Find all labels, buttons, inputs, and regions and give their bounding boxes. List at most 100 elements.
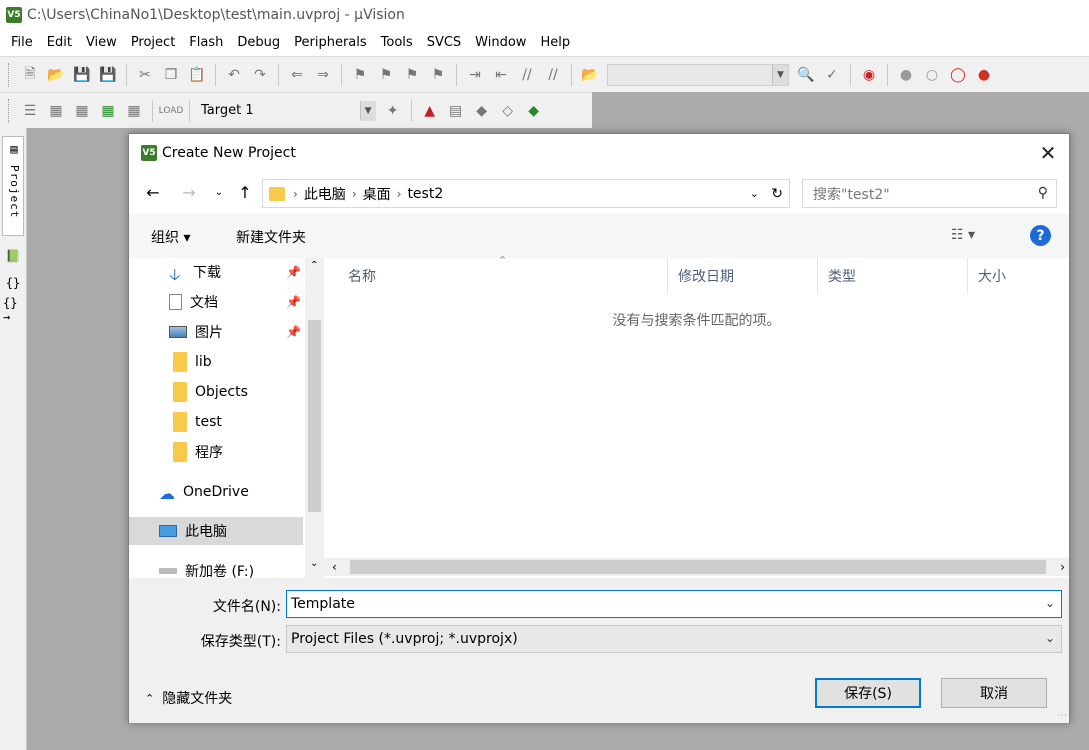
column-header-type[interactable]: 类型 [818, 258, 968, 294]
redo-icon[interactable]: ↷ [250, 65, 270, 85]
navigate-forward-icon[interactable]: ⇒ [313, 65, 333, 85]
back-arrow-icon[interactable]: ← [143, 182, 163, 202]
nav-item-lib[interactable]: lib [129, 348, 303, 376]
pack-installer-icon[interactable]: ◇ [498, 101, 518, 121]
function-icon[interactable]: {}→ [3, 296, 23, 324]
menu-view[interactable]: View [79, 30, 124, 56]
menu-svcs[interactable]: SVCS [420, 30, 468, 56]
stop-build-icon[interactable]: ▦ [124, 101, 144, 121]
scrollbar-thumb[interactable] [308, 320, 321, 512]
toolbar-grip[interactable] [8, 62, 11, 87]
cut-icon[interactable]: ✂ [135, 65, 155, 85]
close-icon[interactable]: ✕ [1037, 141, 1059, 165]
paste-icon[interactable]: 📋 [187, 65, 207, 85]
menu-project[interactable]: Project [124, 30, 182, 56]
unindent-icon[interactable]: ⇤ [491, 65, 511, 85]
translate-icon[interactable]: ☰ [20, 101, 40, 121]
column-header-name[interactable]: 名称 [338, 258, 668, 294]
column-header-modified[interactable]: 修改日期 [668, 258, 818, 294]
help-icon[interactable]: ? [1030, 225, 1051, 246]
books-icon[interactable]: 📗 [3, 246, 23, 266]
filetype-select[interactable]: Project Files (*.uvproj; *.uvprojx) ⌄ [286, 625, 1062, 653]
search-icon[interactable]: ⚲ [1038, 185, 1048, 201]
clear-bookmarks-icon[interactable]: ⚑ [428, 65, 448, 85]
resize-grip-icon[interactable]: ⋯ [1057, 710, 1067, 721]
download-load-icon[interactable]: LOAD [159, 101, 184, 121]
save-all-icon[interactable]: 💾 [98, 65, 118, 85]
scroll-up-icon[interactable]: ⌃ [310, 260, 318, 271]
find-combo[interactable]: ▼ [607, 63, 789, 86]
chevron-down-icon[interactable]: ▼ [772, 64, 788, 85]
navigate-back-icon[interactable]: ⇐ [287, 65, 307, 85]
nav-vertical-scrollbar[interactable]: ⌃ ⌄ [305, 258, 324, 578]
scroll-right-icon[interactable]: › [1060, 560, 1065, 574]
scroll-left-icon[interactable]: ‹ [332, 560, 337, 574]
bookmark-icon[interactable]: ⚑ [350, 65, 370, 85]
disable-all-breakpoints-icon[interactable]: ◯ [948, 65, 968, 85]
new-file-icon[interactable]: 🗎 [20, 65, 40, 85]
file-horizontal-scrollbar[interactable]: ‹ › [324, 558, 1069, 576]
nav-item-pictures[interactable]: 图片 📌 [129, 318, 303, 346]
breadcrumb-desktop[interactable]: 桌面 [357, 184, 397, 204]
menu-debug[interactable]: Debug [230, 30, 287, 56]
menu-file[interactable]: File [4, 30, 40, 56]
project-tab[interactable]: ▤ Project [2, 136, 24, 236]
incremental-find-icon[interactable]: ✓ [822, 65, 842, 85]
batch-build-icon[interactable]: ▦ [98, 101, 118, 121]
debug-session-icon[interactable]: ◉ [859, 65, 879, 85]
refresh-icon[interactable]: ↻ [771, 186, 783, 202]
nav-item-test[interactable]: test [129, 408, 303, 436]
nav-item-program[interactable]: 程序 [129, 438, 303, 466]
chevron-down-icon[interactable]: ⌄ [1045, 631, 1055, 645]
kill-all-breakpoints-icon[interactable]: ● [974, 65, 994, 85]
column-header-size[interactable]: 大小 [968, 258, 1068, 294]
select-packs-icon[interactable]: ◆ [472, 101, 492, 121]
uncomment-icon[interactable]: // [543, 65, 563, 85]
address-bar[interactable]: › 此电脑 › 桌面 › test2 ⌄ ↻ [262, 179, 790, 208]
nav-item-this-pc[interactable]: 此电脑 [129, 517, 303, 545]
nav-item-documents[interactable]: 文档 📌 [129, 288, 303, 316]
menu-flash[interactable]: Flash [182, 30, 230, 56]
breadcrumb-this-pc[interactable]: 此电脑 [298, 184, 352, 204]
search-box[interactable]: 搜索"test2" ⚲ [802, 179, 1057, 208]
recent-locations-chevron-icon[interactable]: ⌄ [209, 182, 229, 202]
target-options-icon[interactable]: ✦ [383, 101, 403, 121]
open-folder-icon[interactable]: 📂 [46, 65, 66, 85]
nav-item-objects[interactable]: Objects [129, 378, 303, 406]
manage-rte-icon[interactable]: ▤ [446, 101, 466, 121]
filename-input[interactable]: Template ⌄ [286, 590, 1062, 618]
menu-edit[interactable]: Edit [40, 30, 79, 56]
breadcrumb-test2[interactable]: test2 [401, 186, 449, 202]
menu-help[interactable]: Help [533, 30, 577, 56]
nav-item-downloads[interactable]: 🡣 下载 📌 [129, 258, 303, 286]
scrollbar-thumb[interactable] [350, 560, 1046, 574]
manage-project-items-icon[interactable]: ▲ [420, 101, 440, 121]
view-options-icon[interactable]: ☷ ▾ [951, 227, 975, 243]
run-time-env-icon[interactable]: ◆ [524, 101, 544, 121]
menu-window[interactable]: Window [468, 30, 533, 56]
nav-item-onedrive[interactable]: ☁ OneDrive [129, 478, 303, 506]
forward-arrow-icon[interactable]: → [179, 182, 199, 202]
up-arrow-icon[interactable]: ↑ [235, 182, 255, 202]
disable-breakpoint-icon[interactable]: ○ [922, 65, 942, 85]
chevron-down-icon[interactable]: ▼ [359, 100, 376, 121]
address-dropdown-icon[interactable]: ⌄ [750, 187, 759, 200]
breakpoint-icon[interactable]: ● [896, 65, 916, 85]
braces-icon[interactable]: {} [3, 273, 23, 293]
next-bookmark-icon[interactable]: ⚑ [402, 65, 422, 85]
find-icon[interactable]: 🔍 [796, 65, 816, 85]
target-select-value[interactable]: Target 1 [195, 103, 260, 118]
chevron-down-icon[interactable]: ⌄ [1045, 596, 1055, 610]
comment-icon[interactable]: // [517, 65, 537, 85]
copy-icon[interactable]: ❐ [161, 65, 181, 85]
build-icon[interactable]: ▦ [46, 101, 66, 121]
new-folder-button[interactable]: 新建文件夹 [236, 227, 306, 247]
nav-item-new-volume-f[interactable]: 新加卷 (F:) [129, 557, 303, 578]
toolbar-grip[interactable] [8, 98, 11, 123]
undo-icon[interactable]: ↶ [224, 65, 244, 85]
rebuild-icon[interactable]: ▦ [72, 101, 92, 121]
save-icon[interactable]: 💾 [72, 65, 92, 85]
scroll-down-icon[interactable]: ⌄ [310, 558, 318, 569]
save-button[interactable]: 保存(S) [815, 678, 921, 708]
menu-peripherals[interactable]: Peripherals [287, 30, 374, 56]
